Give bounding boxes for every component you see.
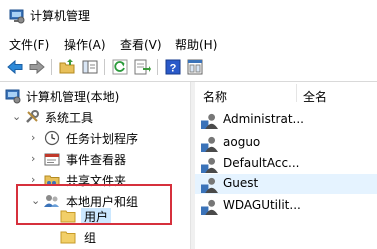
user-icon	[201, 199, 218, 215]
title-bar: 计算机管理	[0, 0, 377, 32]
clock-icon	[44, 130, 60, 146]
user-name: DefaultAcc...	[223, 156, 300, 170]
tree-label-root: 计算机管理(本地)	[26, 90, 120, 104]
list-item[interactable]: aoguo	[195, 133, 377, 153]
tree-item-groups[interactable]: 组	[0, 227, 190, 247]
column-header-full-name[interactable]: 全名	[303, 88, 327, 105]
list-item[interactable]: Administrat...	[195, 110, 377, 130]
user-icon	[201, 113, 218, 129]
user-name: Administrat...	[223, 112, 304, 126]
folder-icon	[60, 231, 76, 244]
user-name: aoguo	[223, 135, 261, 149]
column-divider[interactable]	[296, 84, 297, 102]
tree-item-system-tools[interactable]: ⌄ 系统工具	[0, 107, 190, 127]
tree-label-groups: 组	[84, 231, 97, 245]
svg-text:?: ?	[170, 63, 177, 75]
help-icon[interactable]: ?	[164, 58, 182, 76]
tree-item-event-viewer[interactable]: › 事件查看器	[0, 149, 190, 169]
user-icon	[201, 177, 218, 193]
user-name: Guest	[223, 176, 259, 190]
user-icon	[201, 157, 218, 173]
event-viewer-icon	[44, 153, 60, 166]
column-header-name[interactable]: 名称	[203, 88, 227, 105]
computer-management-icon	[5, 89, 21, 104]
forward-icon[interactable]	[28, 58, 46, 76]
show-hide-tree-icon[interactable]	[81, 58, 99, 76]
list-item[interactable]: Guest	[195, 174, 377, 194]
toolbar: ?	[0, 54, 377, 82]
list-item[interactable]: WDAGUtilit...	[195, 196, 377, 216]
refresh-icon[interactable]	[111, 58, 129, 76]
up-folder-icon[interactable]	[58, 58, 76, 76]
expand-chevron-icon[interactable]: ›	[31, 131, 41, 144]
user-icon	[201, 136, 218, 152]
window-title: 计算机管理	[30, 9, 91, 23]
export-list-icon[interactable]	[133, 58, 151, 76]
back-icon[interactable]	[6, 58, 24, 76]
tree-label-system-tools: 系统工具	[45, 111, 94, 125]
user-name: WDAGUtilit...	[223, 198, 301, 212]
toolbar-separator	[51, 59, 52, 75]
toolbar-separator	[104, 59, 105, 75]
annotation-highlight-box	[16, 184, 172, 225]
menu-action[interactable]: 操作(A)	[64, 36, 106, 53]
menu-bar: 文件(F) 操作(A) 查看(V) 帮助(H)	[0, 32, 377, 54]
computer-management-icon	[9, 9, 25, 24]
collapse-chevron-icon[interactable]: ⌄	[12, 110, 22, 123]
menu-file[interactable]: 文件(F)	[9, 36, 49, 53]
tree-item-task-scheduler[interactable]: › 任务计划程序	[0, 128, 190, 148]
expand-chevron-icon[interactable]: ›	[31, 152, 41, 165]
tree-label-event-viewer: 事件查看器	[66, 153, 127, 167]
menu-view[interactable]: 查看(V)	[120, 36, 162, 53]
tools-icon	[26, 110, 39, 123]
toolbar-separator	[157, 59, 158, 75]
list-item[interactable]: DefaultAcc...	[195, 154, 377, 174]
tree-label-task-scheduler: 任务计划程序	[66, 132, 139, 146]
tree-item-root[interactable]: 计算机管理(本地)	[0, 86, 190, 106]
properties-pane-icon[interactable]	[186, 58, 204, 76]
menu-help[interactable]: 帮助(H)	[175, 36, 217, 53]
